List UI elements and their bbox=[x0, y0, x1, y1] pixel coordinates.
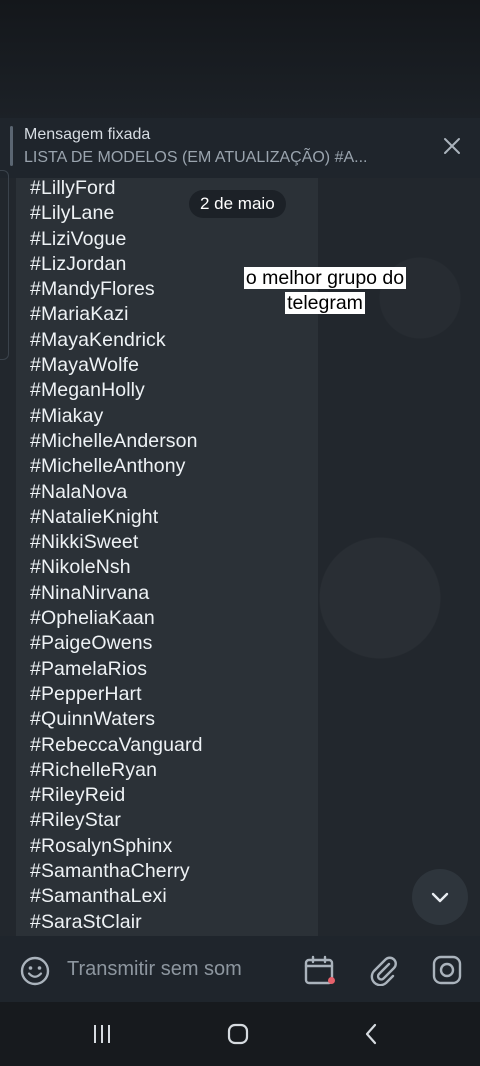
list-item[interactable]: #NatalieKnight bbox=[30, 505, 203, 530]
list-item[interactable]: #NikkiSweet bbox=[30, 530, 203, 555]
chevron-down-icon bbox=[431, 892, 449, 903]
pinned-message-bar[interactable]: Mensagem fixada LISTA DE MODELOS (EM ATU… bbox=[0, 118, 480, 178]
list-item[interactable]: #PaigeOwens bbox=[30, 631, 203, 656]
list-item[interactable]: #NikoleNsh bbox=[30, 555, 203, 580]
home-icon bbox=[227, 1023, 249, 1045]
list-item[interactable]: #RileyStar bbox=[30, 808, 203, 833]
schedule-badge bbox=[328, 977, 335, 984]
caption-text: o melhor grupo do telegram bbox=[243, 267, 407, 314]
hashtag-list: #LillyFord #LilyLane #LiziVogue #LizJordan #… bbox=[30, 176, 203, 935]
emoji-button[interactable] bbox=[18, 954, 52, 988]
list-item[interactable]: #QuinnWaters bbox=[30, 707, 203, 732]
list-item[interactable]: #MariaKazi bbox=[30, 302, 203, 327]
list-item[interactable]: #RosalynSphinx bbox=[30, 834, 203, 859]
date-chip: 2 de maio bbox=[189, 190, 286, 218]
list-item[interactable]: #MeganHolly bbox=[30, 378, 203, 403]
list-item[interactable]: #NinaNirvana bbox=[30, 581, 203, 606]
close-pinned-button[interactable] bbox=[434, 128, 470, 164]
camera-button[interactable] bbox=[430, 953, 464, 987]
attach-button[interactable] bbox=[366, 953, 400, 987]
paperclip-icon bbox=[370, 956, 397, 986]
list-item[interactable]: #RileyReid bbox=[30, 783, 203, 808]
pinned-subtitle: LISTA DE MODELOS (EM ATUALIZAÇÃO) #A... bbox=[24, 149, 368, 166]
pinned-indicator bbox=[10, 126, 13, 166]
message-input[interactable]: Transmitir sem som bbox=[67, 958, 242, 981]
list-item[interactable]: #LilyLane bbox=[30, 201, 203, 226]
system-nav-bar bbox=[0, 1002, 480, 1066]
list-item[interactable]: #SamanthaCherry bbox=[30, 859, 203, 884]
emoji-icon bbox=[20, 956, 50, 986]
message-input-bar: Transmitir sem som bbox=[0, 936, 480, 1002]
back-button[interactable] bbox=[354, 1018, 390, 1050]
list-item[interactable]: #MandyFlores bbox=[30, 277, 203, 302]
list-item[interactable]: #MichelleAnthony bbox=[30, 454, 203, 479]
home-button[interactable] bbox=[220, 1018, 256, 1050]
back-icon bbox=[365, 1023, 377, 1045]
side-handle bbox=[0, 170, 9, 360]
recents-button[interactable] bbox=[84, 1018, 120, 1050]
list-item[interactable]: #RebeccaVanguard bbox=[30, 733, 203, 758]
video-caption: o melhor grupo do telegram bbox=[226, 266, 424, 316]
list-item[interactable]: #MichelleAnderson bbox=[30, 429, 203, 454]
list-item[interactable]: #NalaNova bbox=[30, 480, 203, 505]
list-item[interactable]: #SamanthaLexi bbox=[30, 884, 203, 909]
scroll-down-button[interactable] bbox=[412, 869, 468, 925]
list-item[interactable]: #SaraStClair bbox=[30, 910, 203, 935]
list-item[interactable]: #PepperHart bbox=[30, 682, 203, 707]
list-item[interactable]: #MayaKendrick bbox=[30, 328, 203, 353]
pinned-title: Mensagem fixada bbox=[24, 126, 151, 143]
recents-icon bbox=[94, 1025, 110, 1043]
close-icon bbox=[444, 138, 460, 154]
list-item[interactable]: #PamelaRios bbox=[30, 657, 203, 682]
list-item[interactable]: #OpheliaKaan bbox=[30, 606, 203, 631]
list-item[interactable]: #Miakay bbox=[30, 404, 203, 429]
instagram-camera-icon bbox=[432, 955, 462, 985]
list-item[interactable]: #LiziVogue bbox=[30, 227, 203, 252]
list-item[interactable]: #LizJordan bbox=[30, 252, 203, 277]
list-item[interactable]: #LillyFord bbox=[30, 176, 203, 201]
status-area bbox=[0, 0, 480, 118]
list-item[interactable]: #RichelleRyan bbox=[30, 758, 203, 783]
list-item[interactable]: #MayaWolfe bbox=[30, 353, 203, 378]
